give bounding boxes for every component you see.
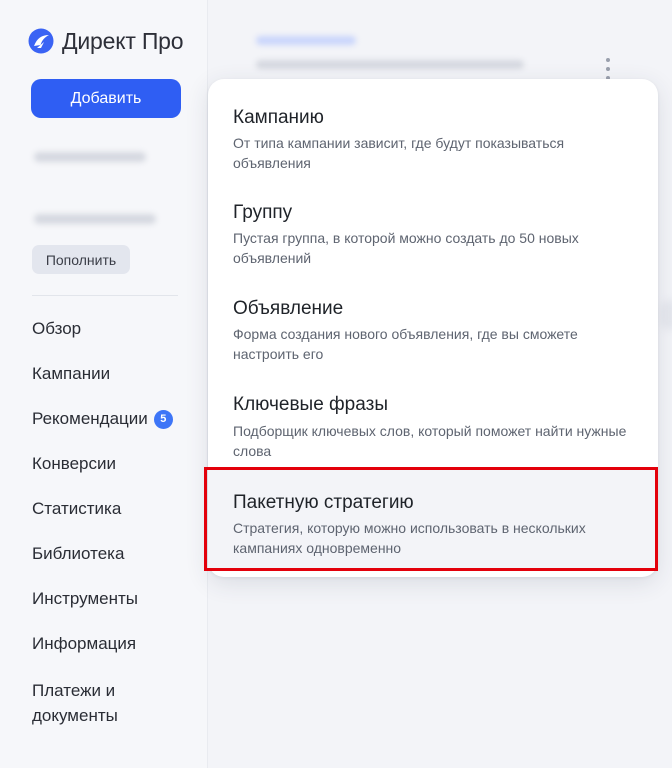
sidebar-item-information[interactable]: Информация — [32, 633, 192, 655]
sidebar-item-label: Кампании — [32, 364, 111, 383]
blurred-balance — [34, 214, 156, 224]
sidebar-item-campaigns[interactable]: Кампании — [32, 363, 192, 385]
sidebar-item-payments-documents[interactable]: Платежи и документы — [32, 678, 162, 728]
sidebar-item-label: Обзор — [32, 319, 82, 338]
sidebar-item-statistics[interactable]: Статистика — [32, 498, 192, 520]
add-dropdown-menu: Кампанию От типа кампании зависит, где б… — [208, 79, 658, 577]
menu-item-keywords[interactable]: Ключевые фразы Подборщик ключевых слов, … — [208, 367, 658, 465]
menu-item-ad[interactable]: Объявление Форма создания нового объявле… — [208, 271, 658, 367]
sidebar-item-label: Библиотека — [32, 544, 125, 563]
topup-button[interactable]: Пополнить — [32, 245, 130, 274]
menu-item-title: Кампанию — [233, 107, 324, 128]
menu-item-description: Пустая группа, в которой можно создать д… — [233, 230, 579, 266]
menu-item-title: Ключевые фразы — [233, 394, 388, 415]
direct-logo-icon — [28, 28, 54, 54]
menu-item-description: Подборщик ключевых слов, который поможет… — [233, 423, 627, 459]
more-options-icon[interactable] — [606, 58, 612, 80]
blurred-subtitle — [256, 60, 524, 69]
blurred-link — [256, 36, 356, 45]
menu-item-title: Пакетную стратегию — [233, 492, 414, 513]
sidebar-item-tools[interactable]: Инструменты — [32, 588, 192, 610]
background-hint — [660, 300, 672, 330]
sidebar-item-label: Платежи и документы — [32, 681, 118, 725]
sidebar-item-recommendations[interactable]: Рекомендации 5 — [32, 408, 192, 430]
sidebar: Директ Про Добавить Пополнить Обзор Камп… — [0, 0, 208, 768]
menu-item-description: Стратегия, которую можно использовать в … — [233, 520, 586, 556]
recommendations-count-badge: 5 — [153, 409, 173, 429]
sidebar-divider — [32, 295, 178, 296]
background-content — [226, 0, 646, 80]
sidebar-item-label: Рекомендации — [32, 409, 148, 428]
menu-item-campaign[interactable]: Кампанию От типа кампании зависит, где б… — [208, 79, 658, 175]
menu-item-title: Группу — [233, 202, 293, 223]
sidebar-item-label: Статистика — [32, 499, 122, 518]
sidebar-item-library[interactable]: Библиотека — [32, 543, 192, 565]
blurred-account-info — [34, 152, 146, 162]
sidebar-item-conversions[interactable]: Конверсии — [32, 453, 192, 475]
sidebar-item-label: Инструменты — [32, 589, 139, 608]
sidebar-item-label: Информация — [32, 634, 137, 653]
sidebar-item-label: Конверсии — [32, 454, 116, 473]
brand[interactable]: Директ Про — [28, 27, 184, 55]
menu-item-description: Форма создания нового объявления, где вы… — [233, 326, 578, 362]
menu-item-group[interactable]: Группу Пустая группа, в которой можно со… — [208, 175, 658, 271]
menu-item-description: От типа кампании зависит, где будут пока… — [233, 135, 565, 171]
add-button[interactable]: Добавить — [31, 79, 181, 118]
menu-item-title: Объявление — [233, 298, 344, 319]
menu-item-batch-strategy[interactable]: Пакетную стратегию Стратегия, которую мо… — [208, 470, 658, 568]
sidebar-item-overview[interactable]: Обзор — [32, 318, 192, 340]
brand-name: Директ Про — [62, 27, 184, 54]
